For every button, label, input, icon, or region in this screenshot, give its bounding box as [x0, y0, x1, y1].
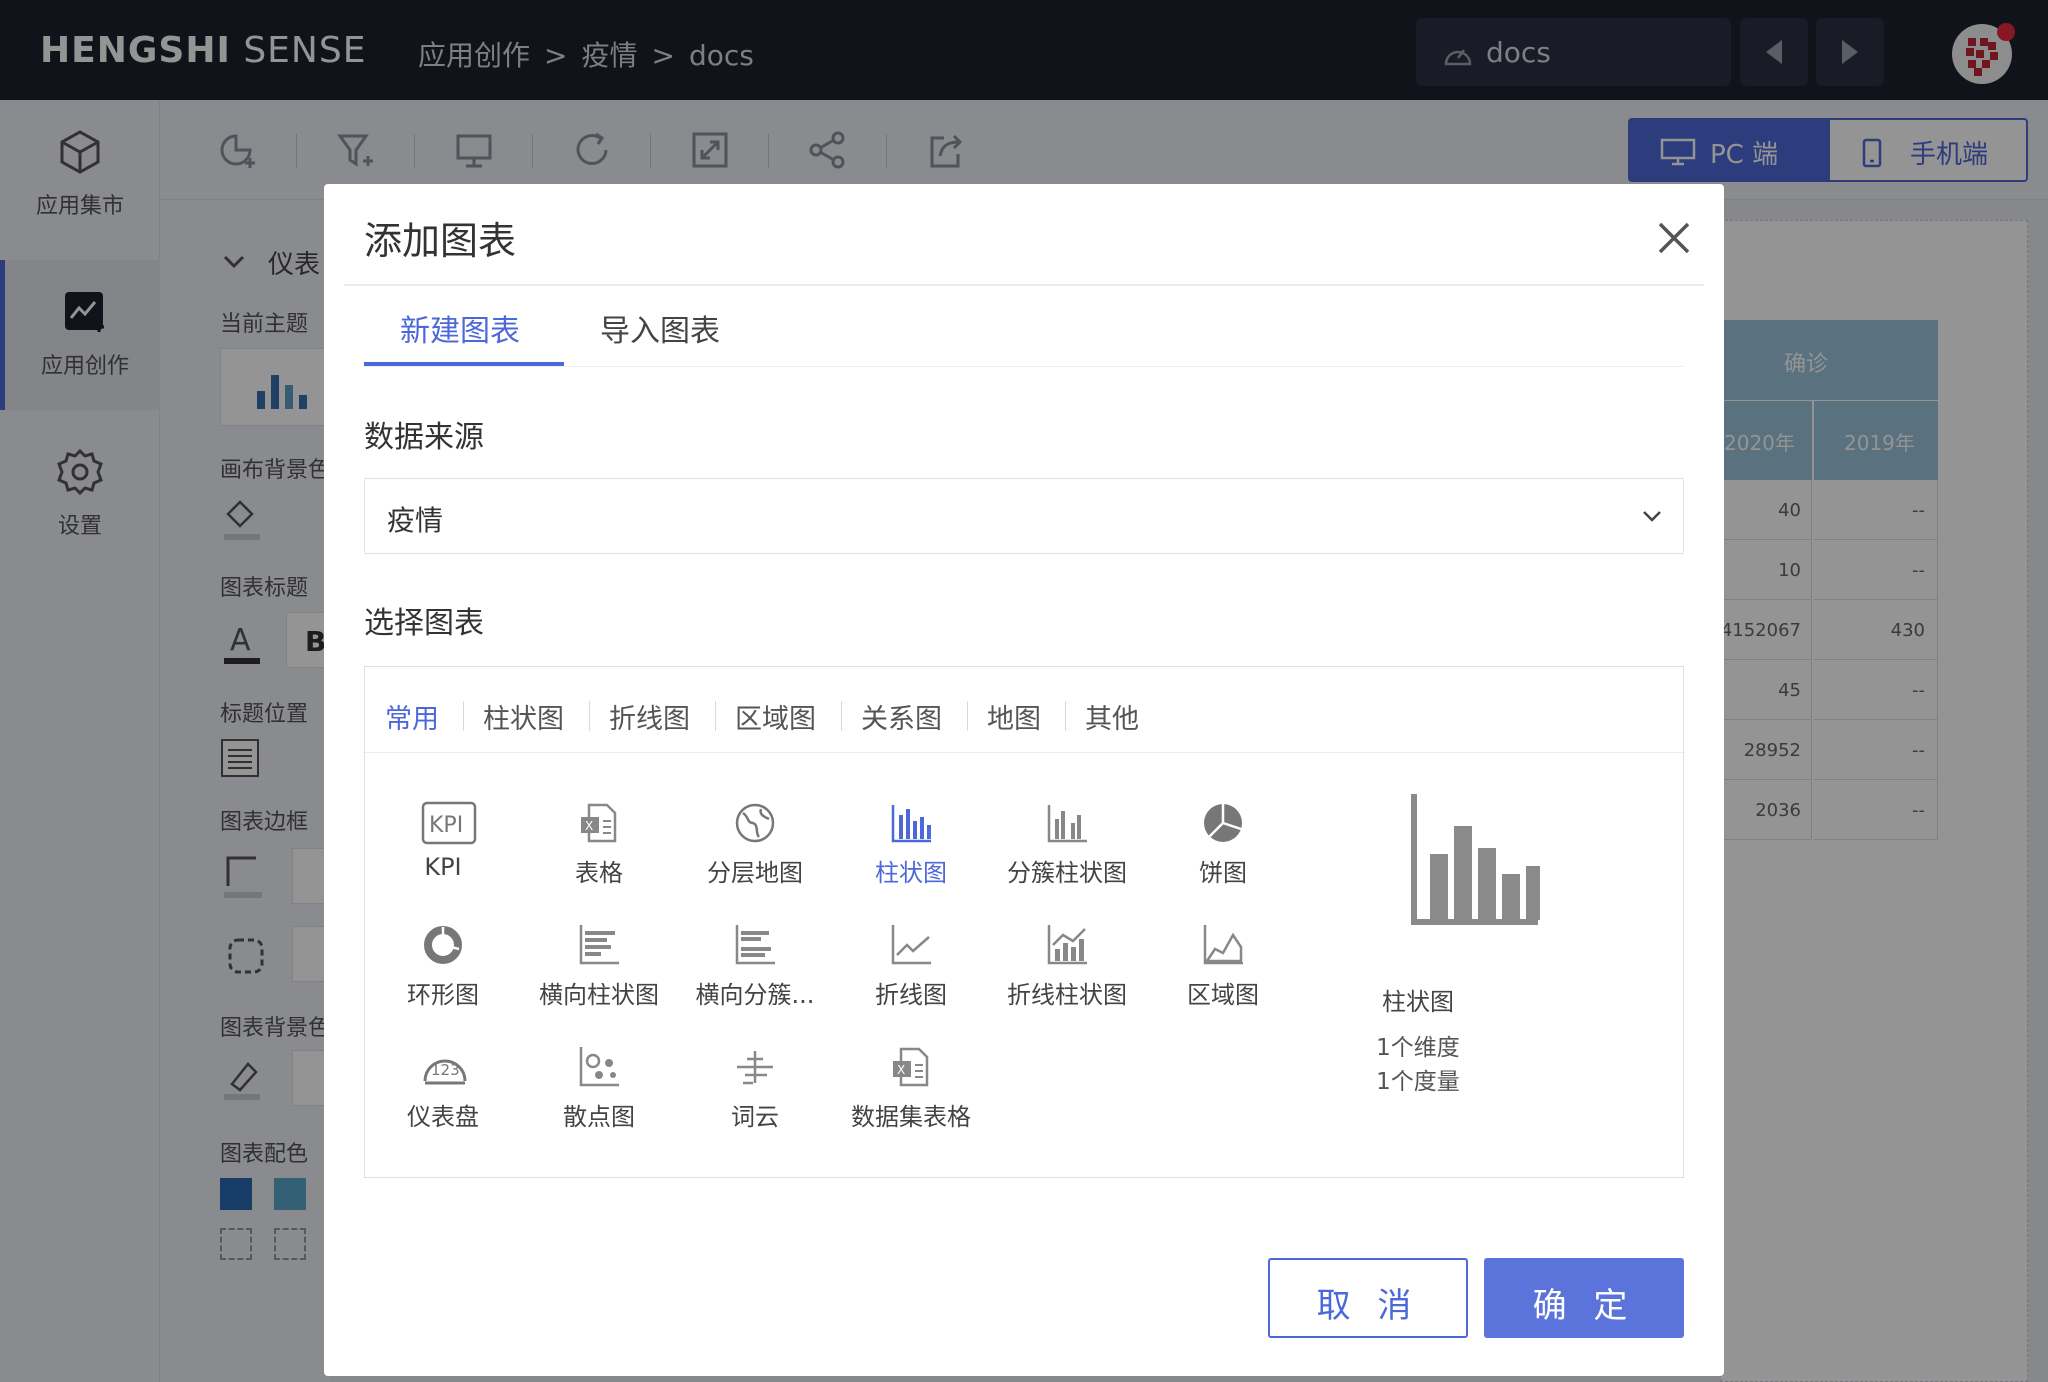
chart-type-table[interactable]: X 表格 [521, 793, 677, 903]
confirm-button[interactable]: 确 定 [1484, 1258, 1684, 1338]
cancel-button[interactable]: 取 消 [1268, 1258, 1468, 1338]
svg-text:KPI: KPI [429, 813, 463, 838]
chart-tab-line[interactable]: 折线图 [609, 697, 690, 736]
data-source-value: 疫情 [387, 504, 444, 537]
cluster-bar-icon [1047, 805, 1087, 843]
chart-type-label: 词云 [731, 1103, 779, 1131]
confirm-label: 确 定 [1532, 1286, 1636, 1326]
chart-type-pie[interactable]: 饼图 [1145, 793, 1301, 903]
chart-type-label: 横向分簇... [695, 981, 815, 1009]
globe-icon [735, 803, 775, 843]
chart-type-wordcloud[interactable]: 词云 [677, 1037, 833, 1147]
chart-type-cluster-bar[interactable]: 分簇柱状图 [989, 793, 1145, 903]
choose-chart-label: 选择图表 [364, 606, 484, 641]
chevron-down-icon [1643, 511, 1661, 522]
close-icon[interactable] [1652, 216, 1696, 260]
chart-preview-bar-icon [1411, 794, 1540, 925]
chart-type-layer-map[interactable]: 分层地图 [677, 793, 833, 903]
preview-dimensions: 1个维度 [1376, 1035, 1460, 1061]
line-bar-icon [1047, 925, 1087, 965]
chart-type-donut[interactable]: 环形图 [365, 915, 521, 1025]
chart-type-label: 散点图 [563, 1103, 635, 1131]
chart-type-label: 折线图 [875, 981, 947, 1009]
wordcloud-icon [737, 1051, 773, 1085]
svg-text:123: 123 [431, 1061, 460, 1079]
scatter-icon [579, 1047, 619, 1087]
chart-type-scatter[interactable]: 散点图 [521, 1037, 677, 1147]
tab-divider [364, 366, 1684, 367]
chart-type-label: 区域图 [1187, 981, 1259, 1009]
svg-text:X: X [897, 1063, 905, 1077]
chart-type-hbar-cluster[interactable]: 横向分簇... [677, 915, 833, 1025]
chart-type-label: 柱状图 [875, 859, 947, 887]
chart-type-kpi[interactable]: KPI KPI [365, 793, 521, 903]
chart-type-label: 饼图 [1199, 859, 1247, 887]
chart-type-area[interactable]: 区域图 [1145, 915, 1301, 1025]
tab-sep [967, 701, 968, 731]
line-icon [891, 925, 931, 965]
chart-type-dataset-table[interactable]: X 数据集表格 [833, 1037, 989, 1147]
chart-type-hbar[interactable]: 横向柱状图 [521, 915, 677, 1025]
chart-type-label: 分层地图 [707, 859, 803, 887]
chart-tab-bar[interactable]: 柱状图 [483, 697, 564, 736]
tab-active-indicator [364, 362, 564, 366]
tab-sep [715, 701, 716, 731]
chart-tab-common[interactable]: 常用 [385, 697, 439, 736]
chart-tab-other[interactable]: 其他 [1085, 697, 1139, 736]
tab-sep [841, 701, 842, 731]
hbar-icon [579, 925, 619, 965]
tab-sep [1065, 701, 1066, 731]
chart-type-label: 环形图 [407, 981, 479, 1009]
chart-type-label: 横向柱状图 [539, 981, 659, 1009]
svg-text:X: X [585, 819, 593, 833]
chart-type-label: 数据集表格 [851, 1103, 971, 1131]
area-icon [1203, 925, 1243, 965]
chart-type-gauge[interactable]: 123 仪表盘 [365, 1037, 521, 1147]
chart-tab-map[interactable]: 地图 [987, 697, 1041, 736]
chart-type-label: 仪表盘 [407, 1103, 479, 1131]
dialog-title: 添加图表 [364, 219, 517, 263]
chart-type-bar[interactable]: 柱状图 [833, 793, 989, 903]
preview-measures: 1个度量 [1376, 1069, 1460, 1095]
data-source-select[interactable]: 疫情 [364, 478, 1684, 554]
chart-type-label: 分簇柱状图 [1007, 859, 1127, 887]
dataset-table-icon: X [893, 1047, 929, 1087]
chart-type-label: KPI [424, 853, 462, 881]
donut-icon [424, 926, 462, 964]
kpi-icon: KPI [421, 801, 477, 845]
tab-new-chart[interactable]: 新建图表 [400, 306, 520, 350]
add-chart-dialog: 添加图表 新建图表 导入图表 数据来源 疫情 选择图表 常用 柱状图 折线图 区… [324, 184, 1724, 1376]
gauge-icon: 123 [423, 1059, 467, 1085]
chart-type-label: 表格 [575, 859, 623, 887]
tab-import-chart[interactable]: 导入图表 [600, 306, 720, 350]
chart-type-line-bar[interactable]: 折线柱状图 [989, 915, 1145, 1025]
preview-chart-name: 柱状图 [1382, 988, 1454, 1016]
data-source-label: 数据来源 [364, 420, 484, 455]
table-icon: X [581, 803, 617, 843]
chart-category-tabs: 常用 柱状图 折线图 区域图 关系图 地图 其他 [365, 667, 1683, 753]
dialog-divider [344, 284, 1704, 286]
tab-sep [463, 701, 464, 731]
cancel-label: 取 消 [1316, 1286, 1420, 1326]
tab-sep [589, 701, 590, 731]
chart-tab-relation[interactable]: 关系图 [861, 697, 942, 736]
chart-type-line[interactable]: 折线图 [833, 915, 989, 1025]
hbar-cluster-icon [735, 925, 775, 965]
chart-type-label: 折线柱状图 [1007, 981, 1127, 1009]
bar-chart-icon [891, 805, 931, 843]
chart-tab-area[interactable]: 区域图 [735, 697, 816, 736]
pie-icon [1204, 804, 1242, 842]
